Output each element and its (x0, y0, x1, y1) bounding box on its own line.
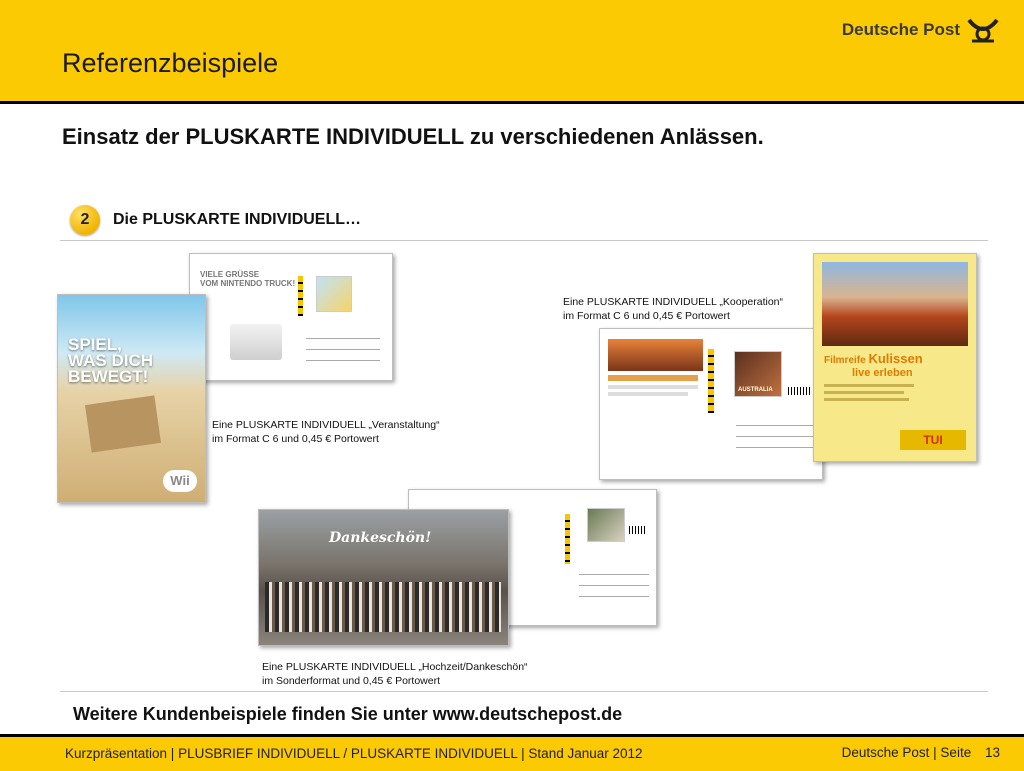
divider-bottom (60, 691, 988, 692)
footer-right-text: Deutsche Post | Seite (841, 745, 972, 760)
tui-caption: Eine PLUSKARTE INDIVIDUELL „Kooperation“… (563, 295, 783, 323)
nintendo-caption: Eine PLUSKARTE INDIVIDUELL „Veranstaltun… (212, 418, 440, 446)
section-heading: 2 Die PLUSKARTE INDIVIDUELL… (70, 205, 361, 235)
nintendo-headline-1: VIELE GRÜSSE (200, 270, 260, 279)
tui-stamp: AUSTRALIA (734, 351, 782, 397)
tui-headline-3: live erleben (852, 367, 913, 379)
barcode (788, 387, 810, 395)
front-text-3: BEWEGT! (68, 367, 149, 386)
text-line (824, 384, 914, 387)
text-line (608, 385, 698, 389)
yellow-tag (708, 349, 714, 413)
address-lines (306, 338, 380, 371)
wedding-headline: Dankeschön! (329, 530, 432, 546)
section-number-badge: 2 (70, 205, 100, 235)
footer-left-text: Kurzpräsentation | PLUSBRIEF INDIVIDUELL… (65, 746, 643, 761)
yellow-tag (298, 276, 303, 316)
tui-stamp-label: AUSTRALIA (738, 387, 773, 393)
wedding-caption-line1: Eine PLUSKARTE INDIVIDUELL „Hochzeit/Dan… (262, 661, 528, 673)
barcode (629, 526, 645, 534)
footer-note: Weitere Kundenbeispiele finden Sie unter… (73, 704, 623, 724)
sand-console-image (85, 395, 161, 453)
console-image (230, 324, 282, 360)
divider-top (60, 240, 988, 241)
footer-bar: Kurzpräsentation | PLUSBRIEF INDIVIDUELL… (0, 734, 1024, 771)
page-title: Referenzbeispiele (62, 48, 279, 78)
nintendo-headline-2: VOM NINTENDO TRUCK! (200, 279, 296, 288)
sydney-image (608, 339, 703, 371)
text-line (824, 391, 904, 394)
wedding-caption-line2: im Sonderformat und 0,45 € Portowert (262, 675, 441, 687)
wedding-card-front: Dankeschön! (258, 509, 509, 646)
address-lines (579, 574, 649, 607)
slide-number: 13 (984, 745, 1000, 760)
nintendo-caption-line2: im Format C 6 und 0,45 € Portowert (212, 433, 379, 445)
text-line (824, 398, 909, 401)
wedding-caption: Eine PLUSKARTE INDIVIDUELL „Hochzeit/Dan… (262, 660, 528, 688)
nintendo-card-front: SPIEL, WAS DICH BEWEGT! Wii (57, 294, 206, 503)
wedding-guests-image (265, 582, 501, 632)
tui-headline-1: Filmreife (824, 355, 866, 366)
nintendo-caption-line1: Eine PLUSKARTE INDIVIDUELL „Veranstaltun… (212, 419, 440, 431)
tui-caption-line2: im Format C 6 und 0,45 € Portowert (563, 310, 730, 322)
yellow-tag (565, 514, 570, 564)
deutsche-post-logo: Deutsche Post (842, 16, 1000, 44)
tui-card-front: Filmreife Kulissen live erleben TUI (813, 253, 977, 462)
wedding-stamp (587, 508, 625, 542)
text-line (608, 392, 688, 396)
footer-right: Deutsche Post | Seite 13 (842, 745, 1000, 760)
header-bar: Referenzbeispiele Deutsche Post (0, 0, 1024, 104)
tui-caption-line1: Eine PLUSKARTE INDIVIDUELL „Kooperation“ (563, 296, 784, 308)
post-horn-icon (967, 18, 999, 43)
logo-text: Deutsche Post (841, 20, 960, 39)
nintendo-stamp (316, 276, 352, 312)
nintendo-card-back: VIELE GRÜSSE VOM NINTENDO TRUCK! (189, 253, 393, 381)
text-line (608, 375, 698, 381)
tui-headline-2: Kulissen (868, 351, 923, 366)
slide-subtitle: Einsatz der PLUSKARTE INDIVIDUELL zu ver… (62, 124, 764, 149)
tui-logo: TUI (900, 430, 966, 450)
wii-logo: Wii (163, 470, 197, 492)
address-lines (736, 425, 814, 458)
uluru-image (822, 262, 968, 346)
tui-card-back: AUSTRALIA (599, 328, 823, 480)
section-label: Die PLUSKARTE INDIVIDUELL… (113, 211, 362, 228)
